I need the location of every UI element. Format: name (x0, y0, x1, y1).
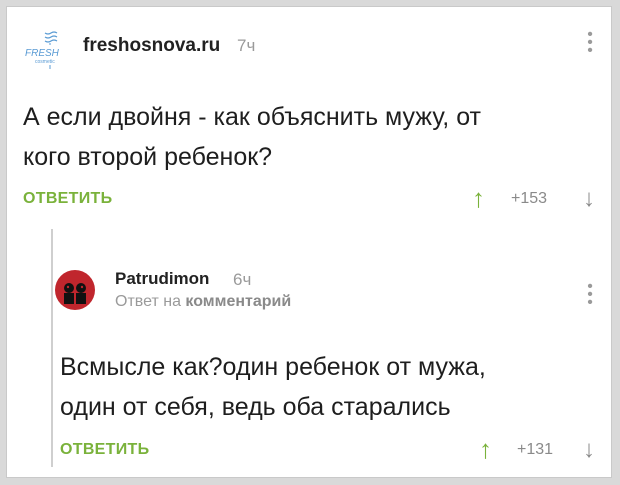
logo-subtext: cosmetic (35, 59, 55, 65)
arrow-down-icon[interactable]: ↓ (583, 185, 595, 213)
comment-text-line1: А если двойня - как объяснить мужу, от (23, 103, 482, 131)
comment-text-line2: кого второй ребенок? (23, 143, 273, 171)
reply-to-prefix: Ответ на (115, 293, 181, 310)
comments-card: FRESH cosmetic freshosnova.ru 7ч • • • А е… (6, 6, 612, 478)
comment-username[interactable]: freshosnova.ru (83, 35, 220, 57)
reply-to-line: Ответ на комментарий (115, 293, 291, 311)
reply-username[interactable]: Patrudimon (115, 269, 209, 289)
reply-button[interactable]: ОТВЕТИТЬ (23, 190, 112, 208)
avatar[interactable] (55, 270, 95, 310)
more-options-icon[interactable]: • • • (585, 27, 595, 59)
reply-time: 6ч (233, 270, 252, 289)
reply-text-line1: Всмысле как?один ребенок от мужа, (60, 353, 486, 381)
reply-score: +131 (517, 441, 554, 458)
more-options-icon[interactable]: • • • (585, 279, 595, 311)
arrow-up-icon[interactable]: ↑ (479, 434, 492, 465)
arrow-up-icon[interactable]: ↑ (472, 183, 485, 214)
reply-button[interactable]: ОТВЕТИТЬ (60, 441, 149, 459)
thread-line (51, 229, 53, 467)
arrow-down-icon[interactable]: ↓ (583, 436, 595, 464)
reply-text-line2: один от себя, ведь оба старались (60, 393, 451, 421)
logo-text: FRESH (25, 48, 60, 59)
freshosnova-logo[interactable]: FRESH cosmetic (23, 29, 77, 71)
reply-to-link[interactable]: комментарий (185, 293, 291, 310)
comment-time: 7ч (237, 36, 256, 55)
comment-score: +153 (511, 190, 548, 207)
